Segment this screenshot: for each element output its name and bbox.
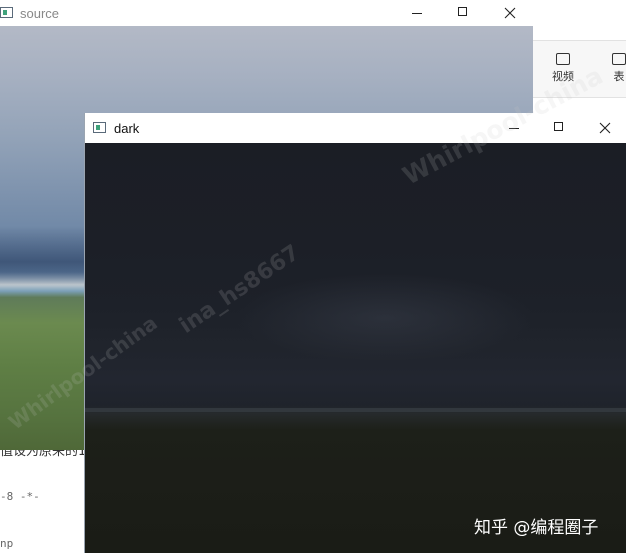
dark-image (85, 143, 626, 553)
close-button[interactable] (582, 115, 626, 141)
maximize-button[interactable] (440, 0, 486, 26)
minimize-button[interactable] (394, 0, 440, 26)
toolbar-table-button[interactable]: 表 (612, 53, 626, 84)
editor-code-line: -8 -*- (0, 490, 40, 503)
window-app-icon (0, 7, 13, 18)
dark-cloud (235, 273, 535, 363)
close-icon (504, 7, 516, 19)
dark-horizon (85, 408, 626, 412)
video-icon (556, 53, 570, 65)
close-icon (599, 122, 611, 134)
source-titlebar[interactable]: source (0, 0, 533, 26)
close-button[interactable] (487, 0, 533, 26)
source-window-title: source (20, 6, 60, 21)
credit-text: 知乎 @编程圈子 (474, 518, 599, 538)
window-app-icon (93, 122, 106, 133)
toolbar-table-label: 表 (613, 71, 625, 83)
dark-window[interactable]: dark (84, 113, 626, 553)
table-icon (612, 53, 626, 65)
dark-window-title: dark (114, 121, 140, 136)
editor-code-line: np (0, 537, 14, 550)
